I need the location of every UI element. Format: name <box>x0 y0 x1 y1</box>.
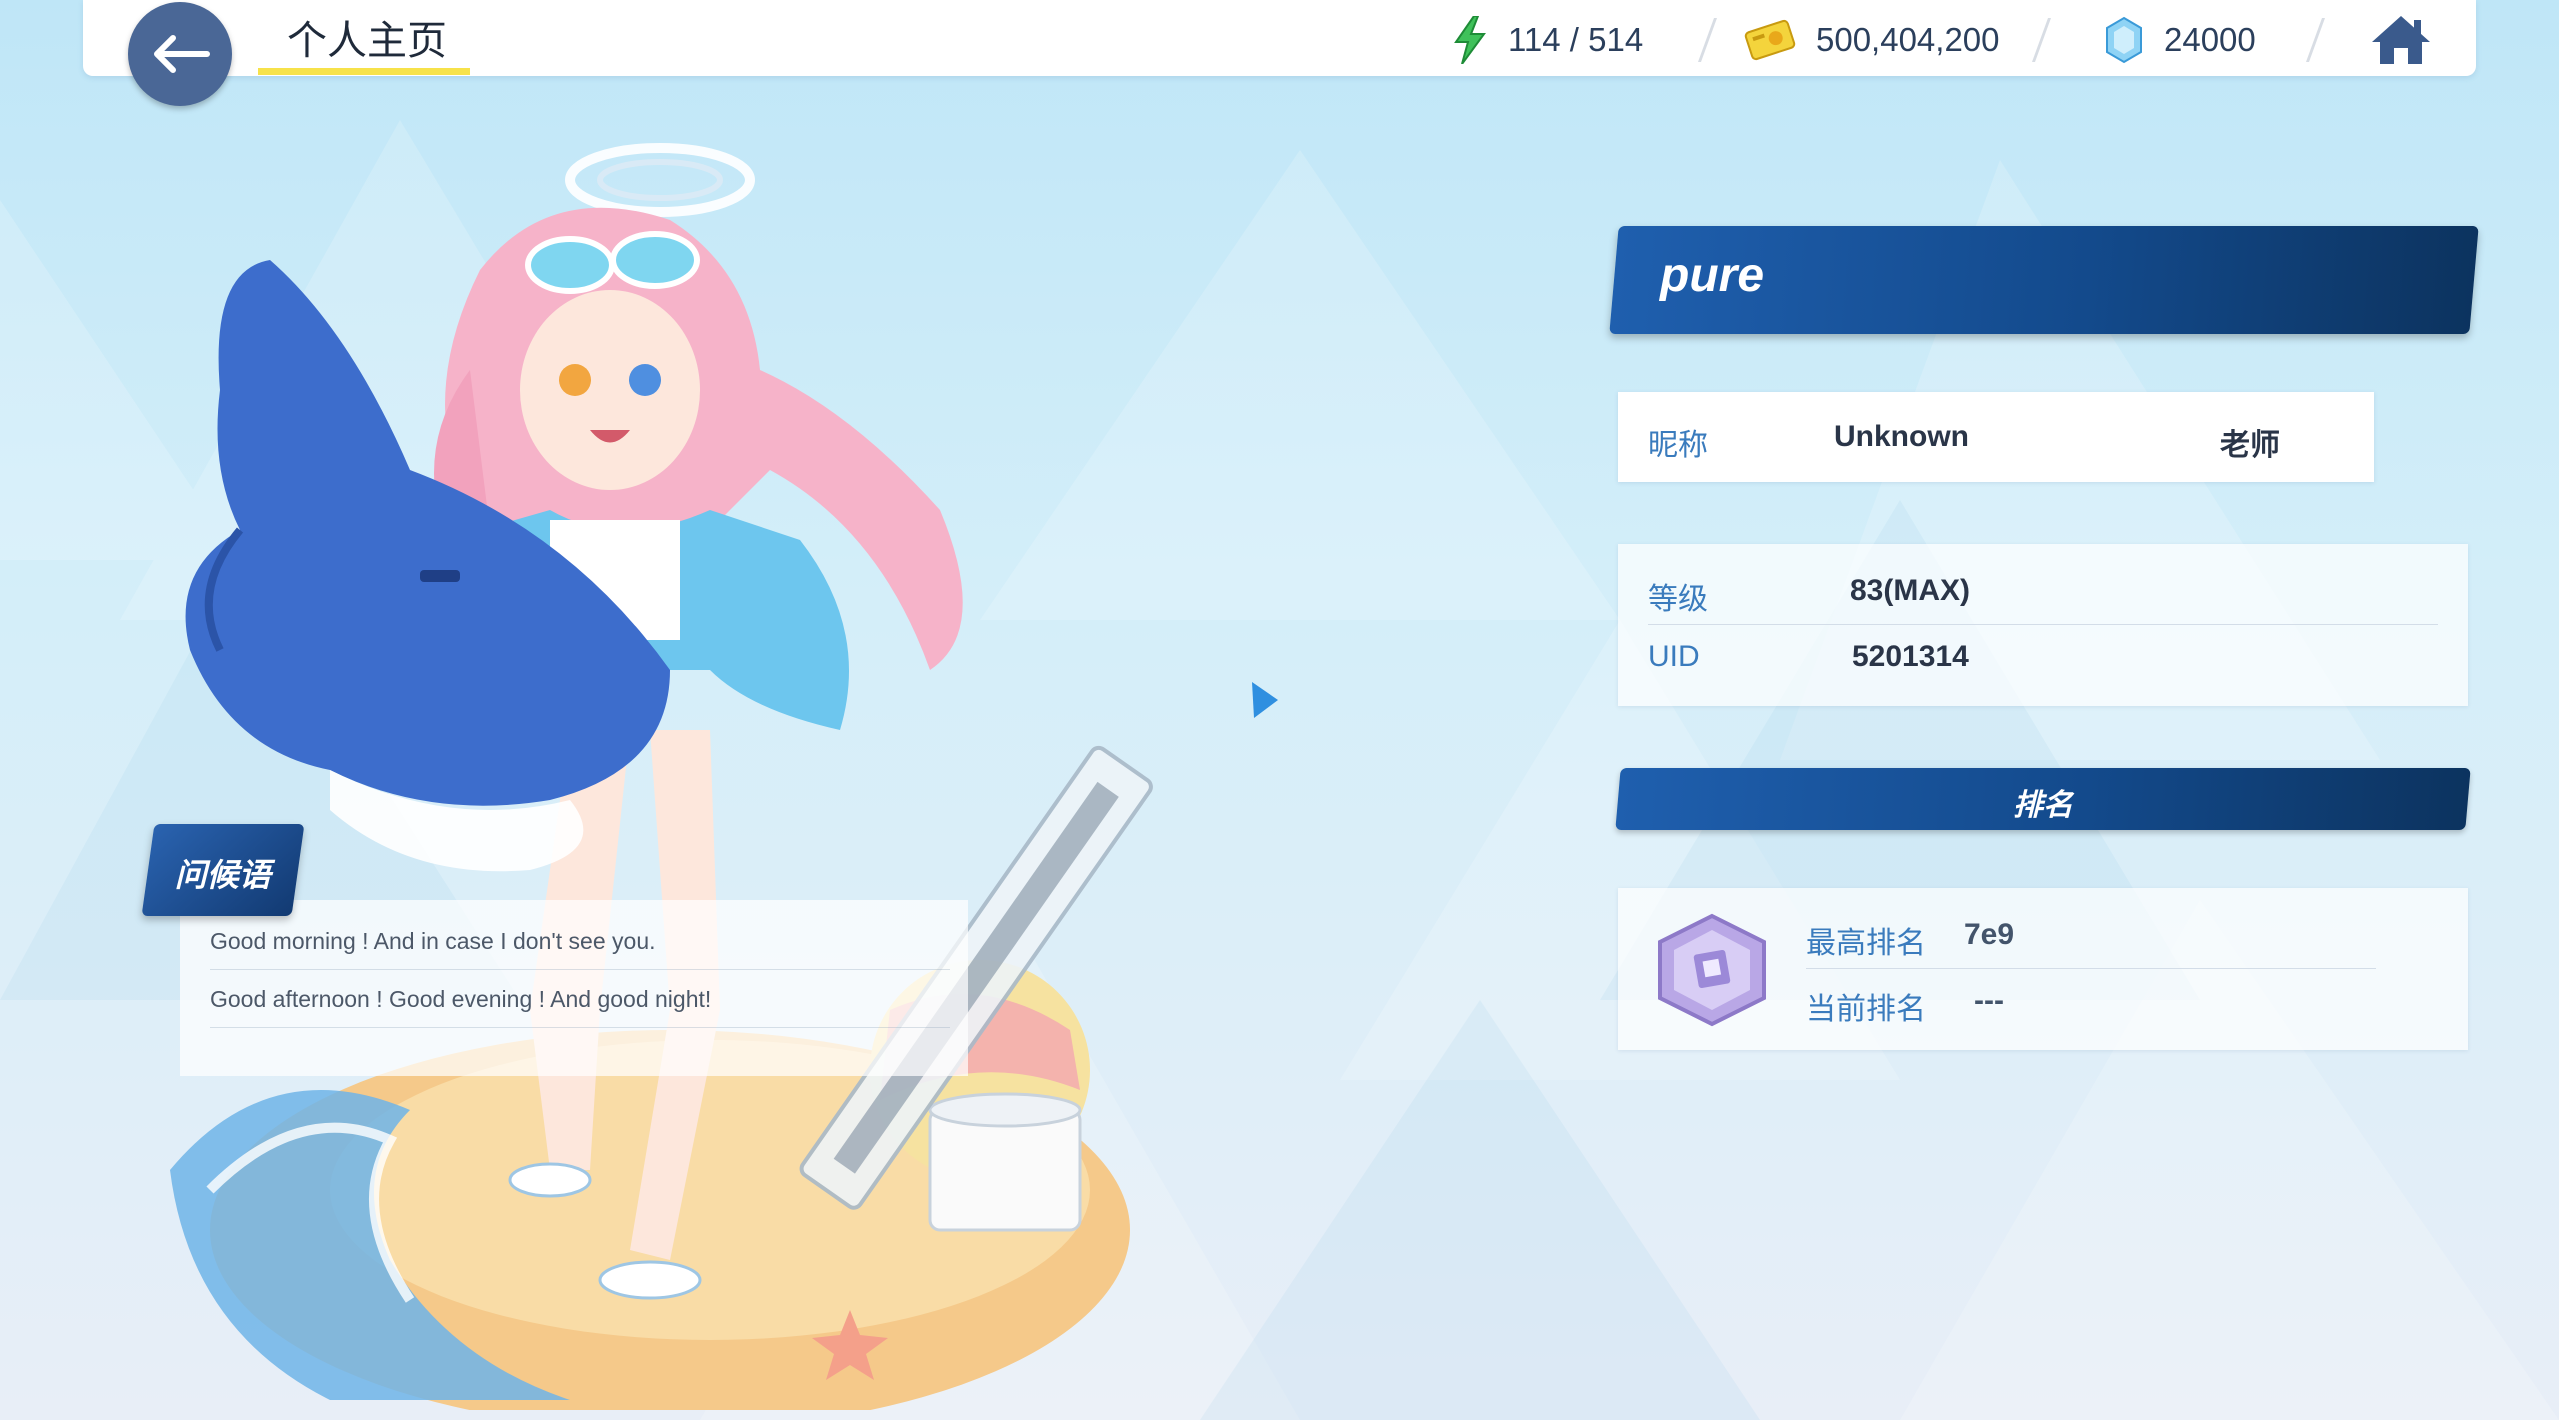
level-value: 83(MAX) <box>1850 574 1971 607</box>
best-rank-label: 最高排名 <box>1806 927 1926 960</box>
greeting-tag: 问候语 <box>141 824 305 916</box>
home-icon <box>2372 16 2430 64</box>
uid-value: 5201314 <box>1852 640 1969 673</box>
page-title: 个人主页 <box>287 19 447 63</box>
best-rank-value: 7e9 <box>1964 918 2015 951</box>
divider <box>1648 624 2438 625</box>
character-illustration <box>170 143 1153 1410</box>
divider <box>1806 968 2376 969</box>
credits-value: 500,404,200 <box>1816 21 2000 58</box>
credit-card-icon <box>1744 19 1796 61</box>
current-rank-value: --- <box>1974 984 2004 1017</box>
nickname-card[interactable]: 昵称 Unknown 老师 <box>1618 392 2374 482</box>
nickname-label: 昵称 <box>1648 429 1708 462</box>
greeting-box: Good morning ! And in case I don't see y… <box>180 900 968 1076</box>
stamina-counter[interactable]: 114 / 514 <box>1452 16 1643 64</box>
uid-label: UID <box>1648 640 1700 673</box>
nickname-value: Unknown <box>1834 420 1969 453</box>
stamina-value: 114 / 514 <box>1508 21 1644 58</box>
greeting-line-2: Good afternoon ! Good evening ! And good… <box>210 986 950 1028</box>
info-card: 等级 83(MAX) UID 5201314 <box>1618 544 2468 706</box>
gems-counter[interactable]: 24000 <box>2104 16 2256 64</box>
ranking-title: 排名 <box>2013 789 2073 822</box>
player-name: pure <box>1660 249 1765 302</box>
rank-badge-icon <box>1658 913 1766 1027</box>
home-button[interactable] <box>2370 14 2432 66</box>
stamina-bolt-icon <box>1454 16 1486 64</box>
current-rank-label: 当前排名 <box>1806 993 1926 1026</box>
gems-value: 24000 <box>2164 21 2256 58</box>
back-arrow-icon <box>154 35 210 73</box>
back-button[interactable] <box>128 2 232 106</box>
nickname-suffix: 老师 <box>2220 429 2280 462</box>
play-arrow-icon[interactable] <box>1250 680 1280 720</box>
level-label: 等级 <box>1648 583 1708 616</box>
greeting-tag-label: 问候语 <box>174 857 271 893</box>
ranking-card: 最高排名 7e9 当前排名 --- <box>1618 888 2468 1050</box>
gem-icon <box>2106 16 2142 64</box>
greeting-line-1: Good morning ! And in case I don't see y… <box>210 928 950 970</box>
title-underline <box>258 68 470 75</box>
credits-counter[interactable]: 500,404,200 <box>1744 16 2000 64</box>
